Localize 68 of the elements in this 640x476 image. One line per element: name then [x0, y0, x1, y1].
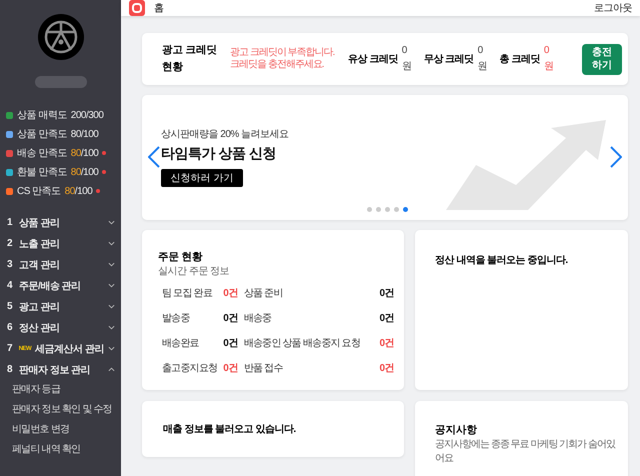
submenu-item[interactable]: 판매자 등급: [0, 380, 121, 400]
card-title: 주문 현황: [158, 250, 204, 264]
order-status-label: 배송중인 상품 배송중지 요청: [244, 337, 362, 350]
metric-label: 상품 만족도: [17, 128, 67, 141]
order-count: 0건: [379, 337, 394, 350]
charge-button[interactable]: 충전하기: [582, 44, 622, 74]
submenu-item[interactable]: 판매자 정보 확인 및 수정: [0, 400, 121, 420]
metric-value: 80/100: [70, 128, 98, 140]
banner-subtitle: 상시판매량을 20% 늘려보세요: [161, 128, 289, 141]
order-status-label: 팀 모집 완료: [162, 287, 214, 300]
metric-label: 상품 매력도: [17, 109, 67, 122]
carousel-dot[interactable]: [367, 207, 372, 212]
logo-icon: [38, 14, 84, 60]
menu-item[interactable]: 6 정산 관리: [0, 317, 121, 338]
page-title: 홈: [154, 2, 164, 15]
logout-link[interactable]: 로그아웃: [594, 1, 632, 15]
order-count: 0건: [223, 287, 238, 300]
alert-dot: [96, 189, 100, 193]
credit-value: 0원: [544, 44, 554, 74]
order-count: 0건: [223, 312, 238, 325]
loading-message: 정산 내역을 불러오는 중입니다.: [435, 255, 568, 266]
menu-item[interactable]: 3 고객 관리: [0, 254, 121, 275]
order-count: 0건: [223, 362, 238, 375]
metric-value: 80/100: [70, 148, 98, 158]
metric-label: 배송 만족도: [17, 147, 67, 160]
card-title: 광고 크레딧 현황: [162, 43, 218, 75]
alert-dot: [102, 170, 106, 174]
menu-item[interactable]: 4 주문/배송 관리: [0, 275, 121, 296]
submenu-item[interactable]: 페널티 내역 확인: [0, 440, 121, 460]
metric-label: 환불 만족도: [17, 166, 67, 179]
apply-button[interactable]: 신청하러 가기: [161, 169, 243, 187]
order-count: 0건: [223, 337, 238, 350]
submenu-item[interactable]: 비밀번호 변경: [0, 420, 121, 440]
credit-value: 0원: [478, 44, 488, 74]
order-count: 0건: [379, 312, 394, 325]
card-subtitle: 실시간 주문 정보: [158, 265, 230, 278]
order-status-label: 출고중지요청: [162, 362, 218, 375]
menu-item[interactable]: 2 노출 관리: [0, 233, 121, 254]
credit-label: 무상 크레딧: [424, 53, 474, 66]
card-title: 공지사항: [435, 423, 478, 437]
carousel-dot[interactable]: [394, 207, 399, 212]
loading-message: 매출 정보를 불러오고 있습니다.: [163, 423, 296, 436]
metric-label: CS 만족도: [17, 185, 61, 198]
metric-value: 80/100: [70, 166, 98, 178]
order-status-label: 반품 접수: [244, 362, 284, 375]
order-status-label: 배송중: [244, 312, 272, 325]
order-count: 0건: [379, 362, 394, 375]
order-count: 0건: [379, 287, 394, 300]
menu-item[interactable]: 5 광고 관리: [0, 296, 121, 317]
credit-label: 총 크레딧: [500, 53, 540, 66]
metric-value: 80/100: [64, 186, 92, 196]
banner-title: 타임특가 상품 신청: [161, 145, 276, 163]
carousel-dot[interactable]: [385, 207, 390, 212]
metric-value: 200/300: [70, 110, 104, 120]
carousel-dot[interactable]: [376, 207, 381, 212]
carousel-dot[interactable]: [403, 207, 408, 212]
credit-label: 유상 크레딧: [348, 53, 398, 66]
menu-item[interactable]: 1 상품 관리: [0, 212, 121, 233]
document-icon: [6, 130, 13, 138]
order-status-label: 배송완료: [162, 337, 200, 350]
credit-value: 0원: [402, 44, 412, 74]
warning-text: 광고 크레딧이 부족합니다. 크레딧을 충전해주세요.: [230, 47, 336, 71]
order-status-label: 상품 준비: [244, 287, 284, 300]
name-placeholder: [34, 76, 86, 88]
order-status-label: 발송중: [162, 312, 191, 325]
alert-dot: [102, 151, 106, 155]
card-subtitle: 공지사항에는 종종 무료 마케팅 기회가 숨어있어요: [435, 438, 616, 465]
menu-item[interactable]: 8 판매자 정보 관리: [0, 359, 121, 380]
